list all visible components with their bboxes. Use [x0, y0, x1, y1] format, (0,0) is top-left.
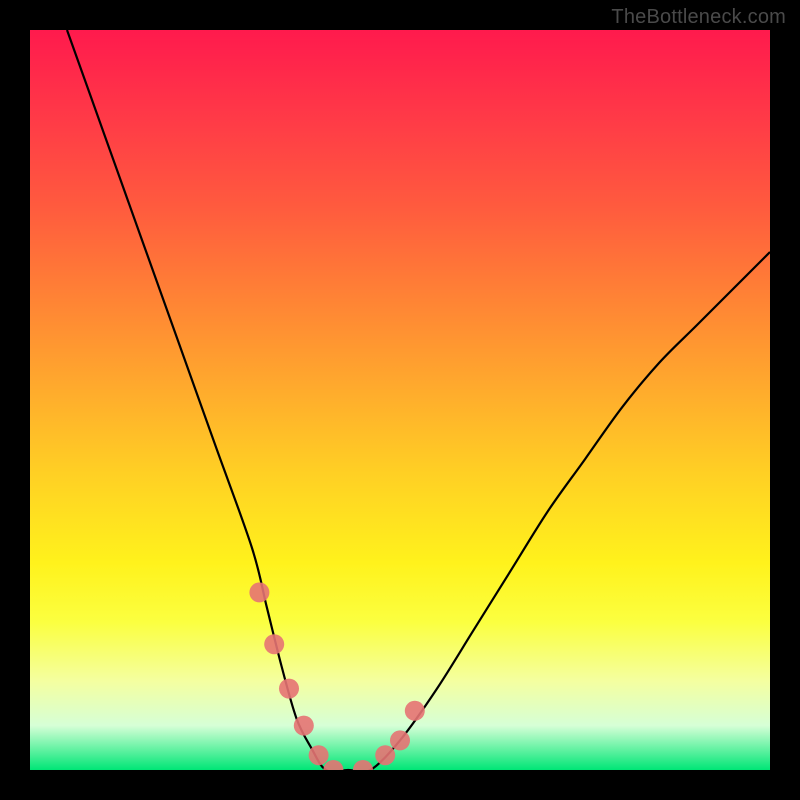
highlight-marker [405, 701, 425, 721]
plot-area [30, 30, 770, 770]
highlight-marker [375, 745, 395, 765]
highlight-marker [323, 760, 343, 770]
highlight-marker [390, 730, 410, 750]
highlight-marker [264, 634, 284, 654]
bottleneck-curve-path [67, 30, 770, 770]
watermark-text: TheBottleneck.com [611, 6, 786, 29]
highlight-marker [309, 745, 329, 765]
highlight-marker [353, 760, 373, 770]
marker-group [249, 582, 424, 770]
highlight-marker [249, 582, 269, 602]
curve-layer [30, 30, 770, 770]
chart-frame: TheBottleneck.com [0, 0, 800, 800]
highlight-marker [294, 716, 314, 736]
highlight-marker [279, 679, 299, 699]
